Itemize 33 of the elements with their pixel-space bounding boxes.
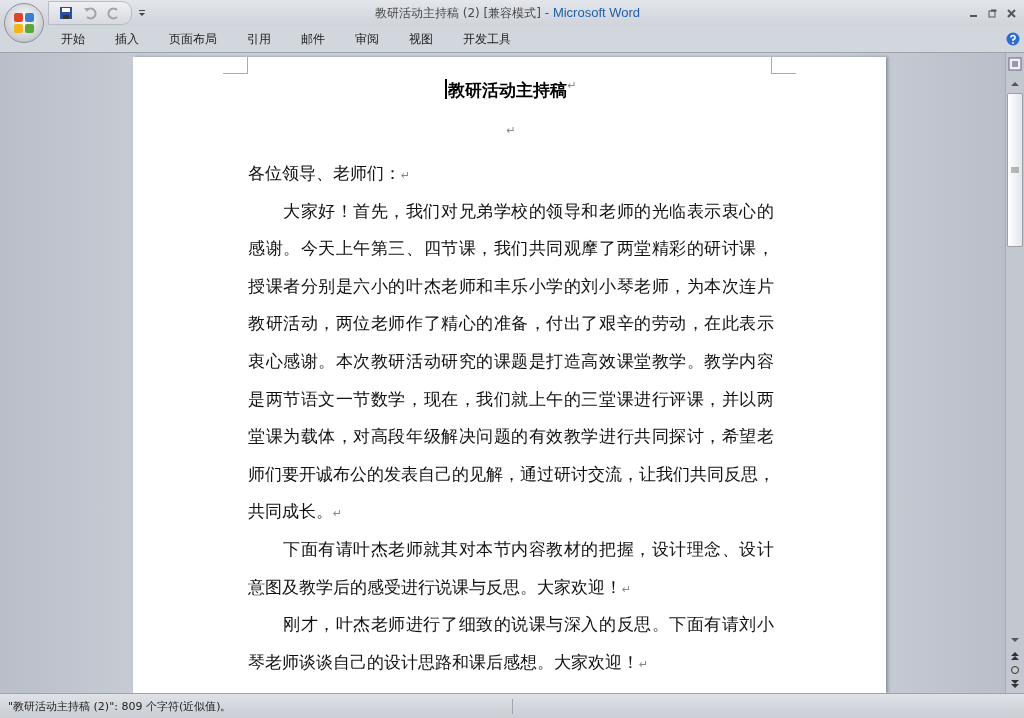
ribbon-tab[interactable]: 审阅 [340, 29, 394, 49]
vertical-scrollbar[interactable] [1005, 53, 1024, 693]
ribbon-tab[interactable]: 邮件 [286, 29, 340, 49]
select-browse-object-icon[interactable] [1010, 665, 1020, 675]
previous-page-icon[interactable] [1010, 651, 1020, 661]
paragraph: 大家好！首先，我们对兄弟学校的领导和老师的光临表示衷心的 感谢。今天上午第三、四节课，我们共同观摩了两堂精彩的研讨课， 授课者分别是六小的叶杰老师和丰乐小学的刘小琴老师，为本次连片 教研活动，两位老师作了精心的准备，付出了艰辛的劳动，在此表示 衷心感谢。本次教研活动研究的课题是打造高效课堂教学。教学内容 是两节语文一节数学，现在，我们就上午的三堂课进行评课，并以两 堂课为载体，对高段年级解决问题的有效教学进行共同探讨，希望老 师们要开诚布公的发表自己的见解，通过研讨交流，让我们共同反思， 共同成长。↵ [248, 200, 774, 524]
ribbon-tab[interactable]: 页面布局 [154, 29, 232, 49]
help-icon[interactable] [1006, 32, 1020, 46]
window-title: 教研活动主持稿 (2) [兼容模式] - Microsoft Word [373, 4, 642, 22]
ribbon-tab[interactable]: 开发工具 [448, 29, 526, 49]
office-button[interactable] [4, 3, 44, 43]
margin-corner-mark [223, 57, 248, 74]
ribbon-tab[interactable]: 引用 [232, 29, 286, 49]
scroll-up-icon[interactable] [1010, 79, 1020, 89]
scroll-thumb[interactable] [1007, 93, 1023, 247]
customize-dropdown-icon[interactable] [138, 9, 146, 17]
close-icon[interactable] [1007, 8, 1016, 18]
ribbon-tab[interactable]: 视图 [394, 29, 448, 49]
view-ruler-icon[interactable] [1008, 57, 1022, 71]
paragraph-mark: ↵ [506, 124, 516, 137]
ribbon-tab[interactable]: 开始 [46, 29, 100, 49]
paragraph: 各位领导、老师们：↵ [248, 163, 412, 185]
paragraph: 下面有请叶杰老师就其对本节内容教材的把握，设计理念、设计 意图及教学后的感受进行说课与反思。大家欢迎！↵ [248, 538, 774, 599]
paragraph: 刚才，叶杰老师进行了细致的说课与深入的反思。下面有请刘小 琴老师谈谈自己的设计思路和课后感想。大家欢迎！↵ [248, 614, 774, 674]
save-icon[interactable] [59, 6, 73, 20]
restore-icon[interactable] [988, 8, 997, 18]
scroll-down-icon[interactable] [1010, 635, 1020, 645]
ribbon-tab[interactable]: 插入 [100, 29, 154, 49]
office-logo-icon [12, 11, 36, 35]
margin-corner-mark [771, 57, 796, 74]
document-title: 教研活动主持稿↵ [248, 79, 774, 119]
status-text: "教研活动主持稿 (2)": 809 个字符(近似值)。 [0, 698, 513, 714]
next-page-icon[interactable] [1010, 679, 1020, 689]
